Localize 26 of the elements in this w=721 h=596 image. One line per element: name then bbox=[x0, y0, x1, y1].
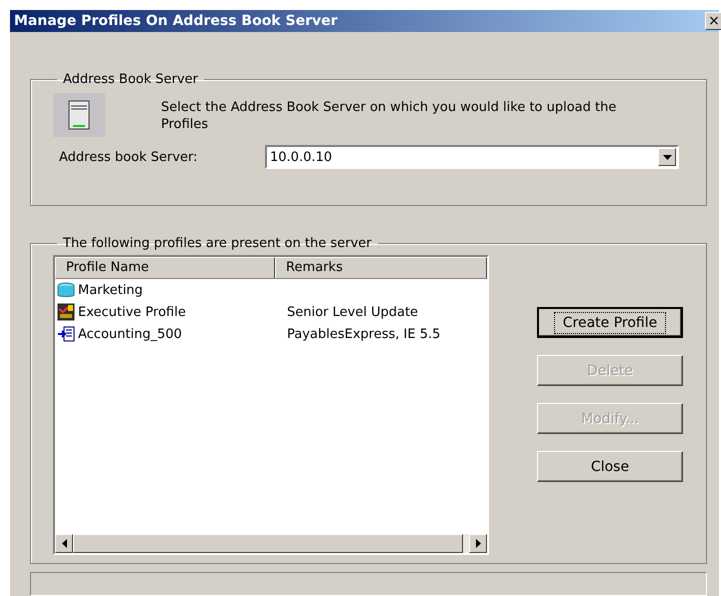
window-title: Manage Profiles On Address Book Server bbox=[14, 13, 338, 29]
dialog-button[interactable]: Create Profile bbox=[537, 307, 683, 338]
profile-remarks: PayablesExpress, IE 5.5 bbox=[286, 326, 440, 342]
profile-remarks: Senior Level Update bbox=[286, 304, 418, 320]
column-header[interactable]: Remarks bbox=[275, 257, 487, 279]
import-icon bbox=[57, 325, 75, 343]
chart-icon bbox=[57, 303, 75, 321]
scroll-right-icon[interactable] bbox=[469, 534, 487, 553]
profile-name: Executive Profile bbox=[78, 304, 186, 320]
close-button[interactable]: × bbox=[705, 12, 721, 30]
group-title: The following profiles are present on the server bbox=[62, 236, 373, 251]
server-dropdown[interactable]: 10.0.0.10 bbox=[265, 145, 679, 169]
profile-row[interactable]: Marketing bbox=[55, 279, 487, 301]
scrollbar-thumb[interactable] bbox=[73, 534, 463, 553]
profile-row[interactable]: Executive Profile Senior Level Update bbox=[55, 301, 487, 323]
dialog-button[interactable]: Close bbox=[537, 451, 683, 482]
description-text: Select the Address Book Server on which you would like to upload the Profiles bbox=[161, 99, 618, 133]
profile-row[interactable]: Accounting_500 PayablesExpress, IE 5.5 bbox=[55, 323, 487, 345]
column-header[interactable]: Profile Name bbox=[55, 257, 275, 279]
scroll-left-icon[interactable] bbox=[55, 534, 73, 553]
profile-name: Marketing bbox=[78, 282, 143, 298]
group-title: Address Book Server bbox=[62, 72, 200, 87]
database-icon bbox=[57, 281, 75, 299]
field-label: Address book Server: bbox=[59, 150, 199, 164]
profile-name: Accounting_500 bbox=[78, 326, 182, 342]
server-icon bbox=[53, 93, 105, 137]
